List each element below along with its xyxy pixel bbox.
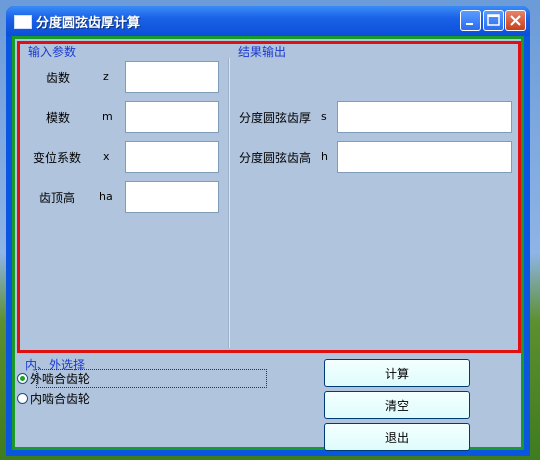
output-group-title: 结果输出	[238, 45, 287, 59]
minimize-button[interactable]	[460, 10, 481, 31]
title-bar[interactable]: 分度圆弦齿厚计算	[6, 6, 530, 36]
maximize-button[interactable]	[483, 10, 504, 31]
close-icon	[510, 15, 521, 26]
calculate-button[interactable]: 计算	[324, 359, 470, 387]
symbol-h: h	[321, 150, 328, 163]
window-app-icon	[14, 15, 32, 29]
symbol-ha: ha	[99, 190, 113, 203]
radio-external-mesh-label: 外啮合齿轮	[30, 371, 91, 386]
parameters-panel: 输入参数 结果输出 齿数 z 模数 m 变位系数 x 齿顶高 ha 分度圆弦齿厚…	[17, 41, 521, 353]
label-teeth-count: 齿数	[46, 71, 71, 85]
symbol-x: x	[103, 150, 110, 163]
shift-coefficient-input[interactable]	[125, 141, 219, 173]
radio-button[interactable]	[17, 392, 28, 404]
client-area: 输入参数 结果输出 齿数 z 模数 m 变位系数 x 齿顶高 ha 分度圆弦齿厚…	[12, 36, 524, 451]
app-window: 分度圆弦齿厚计算 输入参数 结果输出 齿数 z 模数 m 变位系数 x 齿顶高	[6, 6, 530, 456]
label-module: 模数	[46, 111, 71, 125]
chordal-height-output[interactable]	[337, 141, 512, 173]
radio-button-checked[interactable]	[17, 372, 28, 384]
minimize-icon	[466, 23, 473, 25]
radio-internal-mesh[interactable]: 内啮合齿轮	[17, 390, 90, 406]
radio-internal-mesh-label: 内啮合齿轮	[30, 391, 91, 406]
maximize-icon	[487, 14, 500, 26]
chordal-thickness-output[interactable]	[337, 101, 512, 133]
input-group-title: 输入参数	[28, 45, 77, 59]
symbol-z: z	[103, 70, 109, 83]
label-shift-coefficient: 变位系数	[33, 151, 82, 165]
label-addendum: 齿顶高	[39, 191, 76, 205]
symbol-m: m	[102, 110, 113, 123]
module-input[interactable]	[125, 101, 219, 133]
clear-button[interactable]: 清空	[324, 391, 470, 419]
group-divider	[228, 58, 230, 348]
exit-button[interactable]: 退出	[324, 423, 470, 451]
window-title: 分度圆弦齿厚计算	[36, 16, 141, 31]
label-chordal-thickness: 分度圆弦齿厚	[239, 111, 312, 125]
close-button[interactable]	[505, 10, 526, 31]
label-chordal-height: 分度圆弦齿高	[239, 151, 312, 165]
symbol-s: s	[321, 110, 327, 123]
addendum-input[interactable]	[125, 181, 219, 213]
radio-external-mesh[interactable]: 外啮合齿轮	[17, 370, 90, 386]
teeth-count-input[interactable]	[125, 61, 219, 93]
